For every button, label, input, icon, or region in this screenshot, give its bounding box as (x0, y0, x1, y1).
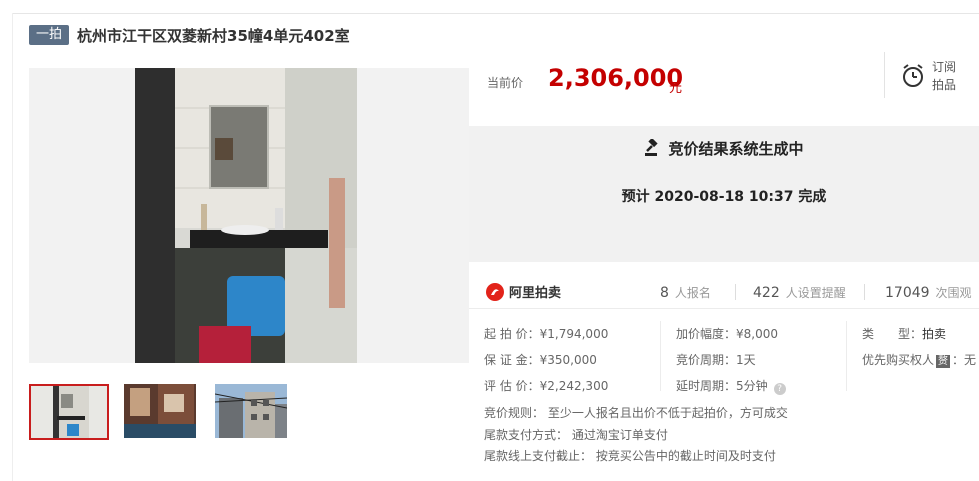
signup-count: 8 人报名 (660, 285, 711, 301)
current-price-value: 2,306,000 (548, 64, 684, 92)
deposit: 保 证 金：¥350,000 (484, 353, 597, 367)
subscribe-divider (884, 52, 885, 98)
column-divider (660, 321, 661, 391)
priority-info-icon[interactable]: 赘 (936, 355, 951, 368)
main-photo[interactable] (29, 68, 469, 363)
result-expected-time: 预计 2020-08-18 10:37 完成 (621, 189, 827, 205)
start-price: 起 拍 价：¥1,794,000 (484, 327, 609, 341)
bathroom-photo (135, 68, 357, 363)
stat-divider (864, 284, 865, 300)
payment-method: 尾款支付方式： 通过淘宝订单支付 (484, 428, 668, 442)
gavel-icon (644, 137, 662, 161)
subscribe-label-1: 订阅 (932, 60, 957, 74)
title-row: 一拍 杭州市江干区双菱新村35幢4单元402室 (29, 23, 350, 47)
stats-row: 阿里拍卖 8 人报名 422 人设置提醒 17049 次围观 (469, 272, 979, 309)
result-title-row: 竞价结果系统生成中 (469, 137, 979, 161)
platform-logo: 阿里拍卖 (486, 282, 561, 301)
page-title: 杭州市江干区双菱新村35幢4单元402室 (77, 26, 350, 45)
result-title: 竞价结果系统生成中 (668, 140, 804, 158)
ali-auction-logo-icon (486, 282, 504, 301)
stat-divider (735, 284, 736, 300)
alarm-clock-icon[interactable] (901, 63, 925, 93)
thumbnail-1[interactable] (29, 384, 109, 440)
help-icon[interactable]: ? (773, 383, 786, 395)
thumbnail-3[interactable] (215, 384, 287, 438)
reminder-count: 422 人设置提醒 (753, 285, 846, 301)
auction-type: 类 型：拍卖 (862, 327, 947, 341)
subscribe-label-2: 拍品 (932, 78, 957, 92)
thumbnail-2[interactable] (124, 384, 196, 438)
current-price-unit: 元 (669, 81, 683, 96)
result-panel: 竞价结果系统生成中 预计 2020-08-18 10:37 完成 (469, 126, 979, 262)
top-divider (12, 13, 979, 14)
thumbnail-strip (29, 384, 306, 440)
left-divider (12, 13, 13, 481)
current-price-label: 当前价 (487, 76, 524, 90)
payment-deadline: 尾款线上支付截止： 按竞买公告中的截止时间及时支付 (484, 449, 776, 463)
bid-rule: 竞价规则： 至少一人报名且出价不低于起拍价，方可成交 (484, 406, 788, 420)
bid-increment: 加价幅度：¥8,000 (676, 327, 778, 341)
delay-cycle: 延时周期：5分钟? (676, 377, 786, 395)
auction-round-badge: 一拍 (29, 25, 70, 45)
column-divider (846, 321, 847, 391)
subscribe-button[interactable]: 订阅 拍品 (932, 58, 968, 94)
view-count: 17049 次围观 (885, 285, 972, 301)
priority-buyer: 优先购买权人赘：无 (862, 353, 977, 368)
platform-name: 阿里拍卖 (509, 286, 562, 301)
auction-cycle: 竞价周期：1天 (676, 353, 756, 367)
appraisal-price: 评 估 价：¥2,242,300 (484, 379, 609, 393)
